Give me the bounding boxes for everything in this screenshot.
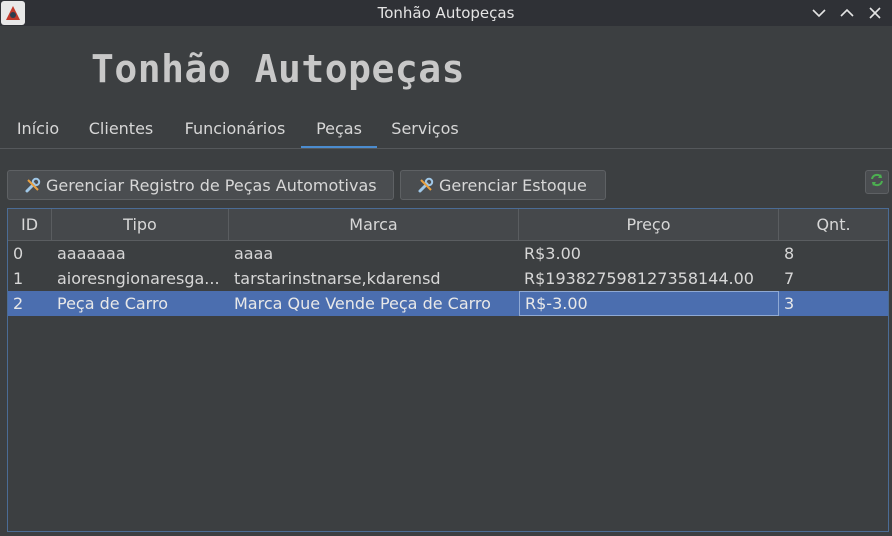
cell-id: 1 bbox=[13, 269, 24, 288]
page-title: Tonhão Autopeças bbox=[91, 47, 466, 91]
minimize-icon[interactable] bbox=[808, 2, 830, 24]
tab-pecas[interactable]: Peças bbox=[301, 112, 377, 149]
tab-servicos[interactable]: Serviços bbox=[386, 112, 464, 148]
maximize-icon[interactable] bbox=[836, 2, 858, 24]
manage-stock-button[interactable]: Gerenciar Estoque bbox=[400, 170, 606, 200]
cell-tipo: Peça de Carro bbox=[57, 294, 168, 313]
cell-tipo: aioresngionaresga... bbox=[57, 269, 220, 288]
cell-marca: Marca Que Vende Peça de Carro bbox=[234, 294, 491, 313]
column-header-tipo[interactable]: Tipo bbox=[52, 209, 229, 240]
column-header-qnt[interactable]: Qnt. bbox=[779, 209, 888, 240]
manage-parts-registry-label: Gerenciar Registro de Peças Automotivas bbox=[46, 175, 377, 195]
cell-id: 2 bbox=[13, 294, 24, 313]
parts-table[interactable]: ID Tipo Marca Preço Qnt. 0 aaaaaaa aaaa … bbox=[7, 208, 889, 532]
tab-inicio[interactable]: Início bbox=[8, 112, 68, 148]
refresh-button[interactable] bbox=[865, 170, 889, 194]
close-icon[interactable] bbox=[864, 2, 886, 24]
cell-preco-focused[interactable]: R$-3.00 bbox=[519, 291, 779, 316]
tab-clientes[interactable]: Clientes bbox=[82, 112, 160, 148]
cell-marca: tarstarinstnarse,kdarensd bbox=[234, 269, 441, 288]
window-titlebar: Tonhão Autopeças bbox=[0, 0, 892, 26]
tab-bar: Início Clientes Funcionários Peças Servi… bbox=[0, 112, 892, 150]
table-row-selected[interactable]: 2 Peça de Carro Marca Que Vende Peça de … bbox=[8, 291, 888, 316]
cell-preco: R$193827598127358144.00 bbox=[524, 269, 754, 288]
column-header-id[interactable]: ID bbox=[8, 209, 52, 240]
wrench-screwdriver-icon bbox=[24, 176, 42, 194]
table-header: ID Tipo Marca Preço Qnt. bbox=[8, 209, 888, 241]
cell-qnt: 7 bbox=[784, 269, 795, 288]
tab-funcionarios[interactable]: Funcionários bbox=[176, 112, 294, 148]
table-row[interactable]: 0 aaaaaaa aaaa R$3.00 8 bbox=[8, 241, 888, 266]
cell-qnt: 8 bbox=[784, 244, 795, 263]
column-header-marca[interactable]: Marca bbox=[229, 209, 519, 240]
cell-tipo: aaaaaaa bbox=[57, 244, 126, 263]
column-header-preco[interactable]: Preço bbox=[519, 209, 779, 240]
cell-id: 0 bbox=[13, 244, 24, 263]
table-row[interactable]: 1 aioresngionaresga... tarstarinstnarse,… bbox=[8, 266, 888, 291]
cell-preco: R$3.00 bbox=[524, 244, 581, 263]
cell-qnt: 3 bbox=[784, 294, 795, 313]
tab-divider bbox=[0, 148, 892, 149]
wrench-screwdriver-icon bbox=[417, 176, 435, 194]
window-title: Tonhão Autopeças bbox=[377, 4, 515, 22]
cell-marca: aaaa bbox=[234, 244, 274, 263]
refresh-icon bbox=[869, 172, 885, 192]
manage-parts-registry-button[interactable]: Gerenciar Registro de Peças Automotivas bbox=[7, 170, 394, 200]
manage-stock-label: Gerenciar Estoque bbox=[439, 175, 587, 195]
